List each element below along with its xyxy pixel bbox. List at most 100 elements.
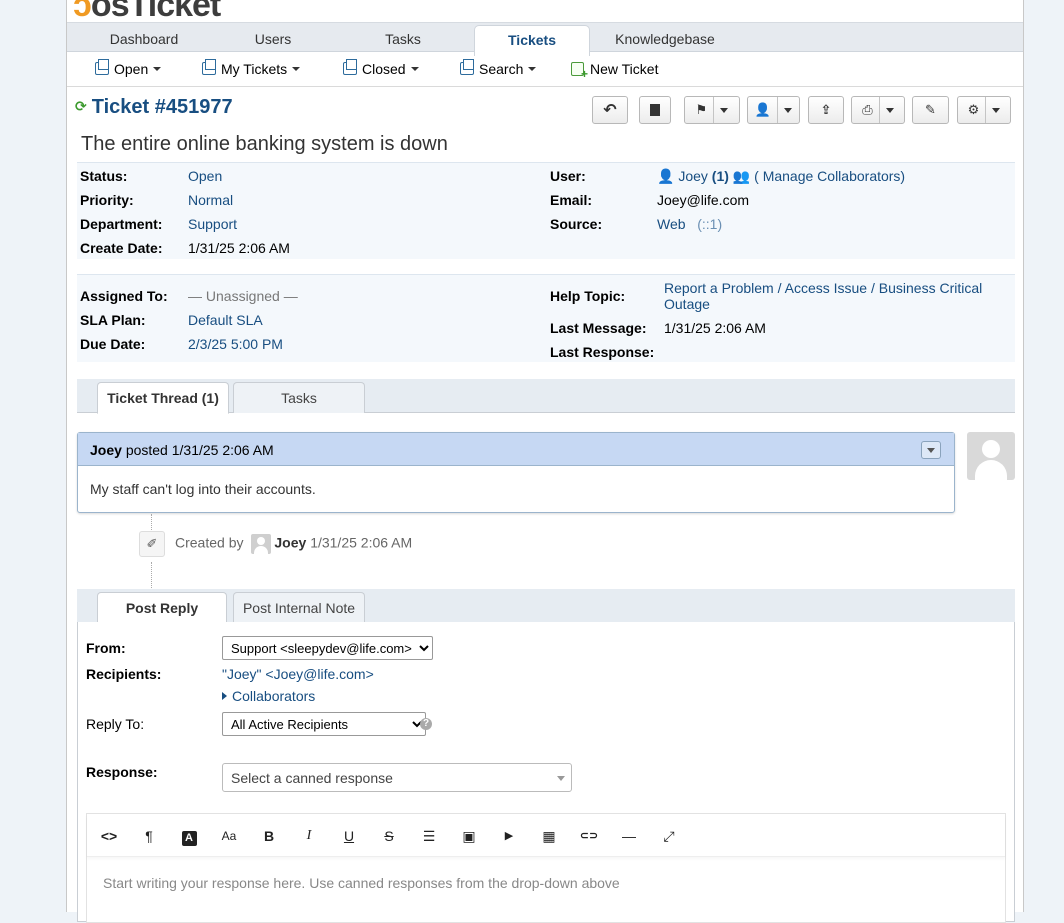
flag-menu-button[interactable]: ⚑ [684, 96, 740, 124]
tab-knowledgebase[interactable]: Knowledgebase [607, 23, 723, 53]
subnav-my-tickets[interactable]: My Tickets [202, 59, 301, 77]
response-editor[interactable]: <> ¶ A Aa B I U S ☰ ▣ ▶ ▦ ⊂⊃ — ⤢ Start w… [86, 813, 1006, 923]
email-label: Email: [550, 192, 593, 208]
thread-entry-header: Joey posted 1/31/25 2:06 AM [78, 433, 954, 466]
caret-down-icon [927, 447, 935, 453]
font-color-glyph: A [181, 831, 197, 846]
source-value[interactable]: Web [657, 216, 686, 232]
ticket-subject: The entire online banking system is down [81, 133, 448, 155]
manage-collaborators-link[interactable]: ( Manage Collaborators) [754, 168, 905, 184]
main-nav: Dashboard Users Tasks Tickets Knowledgeb… [67, 22, 1023, 56]
help-icon[interactable]: ? [420, 718, 432, 730]
status-label: Status: [80, 168, 128, 184]
create-date-value: 1/31/25 2:06 AM [188, 240, 290, 256]
response-label: Response: [86, 764, 158, 780]
reply-button[interactable]: ↶ [592, 96, 628, 124]
tab-users[interactable]: Users [217, 23, 329, 53]
video-icon[interactable]: ▶ [497, 826, 521, 846]
new-ticket-icon [571, 62, 588, 81]
edit-icon: ✎ [925, 102, 936, 117]
subnav-open[interactable]: Open [95, 59, 162, 77]
email-value: Joey@life.com [657, 192, 750, 208]
entry-options-button[interactable] [921, 441, 941, 459]
fullscreen-icon[interactable]: ⤢ [657, 826, 681, 846]
caret-down-icon [528, 67, 537, 71]
editor-placeholder: Start writing your response here. Use ca… [103, 875, 620, 891]
caret-down-icon [410, 67, 419, 71]
subnav-new-ticket[interactable]: New Ticket [571, 61, 659, 81]
italic-icon[interactable]: I [297, 826, 321, 846]
recipients-value[interactable]: "Joey" <Joey@life.com> [222, 666, 374, 682]
tab-tasks[interactable]: Tasks [233, 382, 365, 413]
bold-icon[interactable]: B [257, 826, 281, 846]
transfer-button[interactable]: ⇪ [808, 96, 844, 124]
last-response-label: Last Response: [550, 344, 655, 360]
ticket-info-panel: Status: Open Priority: Normal Department… [77, 162, 1015, 259]
department-label: Department: [80, 216, 163, 232]
recipients-label: Recipients: [86, 666, 162, 682]
from-select[interactable]: Support <sleepydev@life.com> [222, 636, 433, 660]
avatar [251, 534, 272, 554]
tickets-icon [460, 59, 474, 75]
reply-to-label: Reply To: [86, 716, 145, 732]
horizontal-rule-icon[interactable]: — [617, 826, 641, 846]
create-date-label: Create Date: [80, 240, 163, 256]
priority-value[interactable]: Normal [188, 192, 233, 208]
priority-label: Priority: [80, 192, 134, 208]
tab-dashboard[interactable]: Dashboard [89, 23, 199, 53]
link-icon[interactable]: ⊂⊃ [577, 826, 601, 846]
underline-icon[interactable]: U [337, 826, 361, 846]
table-icon[interactable]: ▦ [537, 826, 561, 846]
collaborators-toggle[interactable]: Collaborators [222, 688, 315, 704]
subnav-new-ticket-label: New Ticket [590, 61, 659, 77]
subnav-closed[interactable]: Closed [343, 59, 419, 77]
page-container: ↄosTicket Dashboard Users Tasks Tickets … [66, 0, 1024, 923]
status-value[interactable]: Open [188, 168, 222, 184]
caret-down-icon [292, 67, 301, 71]
print-icon: ⎙ [862, 102, 873, 117]
image-icon[interactable]: ▣ [457, 826, 481, 846]
edit-button[interactable]: ✎ [912, 96, 949, 124]
strikethrough-icon[interactable]: S [377, 826, 401, 846]
ticket-number: Ticket #451977 [91, 96, 233, 118]
sub-nav: Open My Tickets Closed Search New Ticket [67, 52, 1023, 87]
paragraph-icon[interactable]: ¶ [137, 826, 161, 846]
sla-label: SLA Plan: [80, 312, 146, 328]
assign-menu-button[interactable]: 👤 [747, 96, 800, 124]
ticket-assignment-panel: Assigned To: — Unassigned — SLA Plan: De… [77, 274, 1015, 362]
tab-ticket-thread[interactable]: Ticket Thread (1) [97, 382, 229, 414]
department-value[interactable]: Support [188, 216, 237, 232]
help-topic-value[interactable]: Report a Problem / Access Issue / Busine… [664, 280, 982, 312]
caret-down-icon [153, 67, 162, 71]
subnav-search[interactable]: Search [460, 59, 537, 77]
thread-entry: Joey posted 1/31/25 2:06 AM My staff can… [77, 432, 955, 513]
note-button[interactable] [639, 96, 671, 124]
caret-down-icon [557, 776, 565, 781]
magic-wand-icon: ✐ [139, 531, 165, 557]
tab-tasks[interactable]: Tasks [347, 23, 459, 53]
user-ticket-count[interactable]: (1) [712, 168, 729, 184]
tab-post-reply[interactable]: Post Reply [97, 592, 227, 624]
more-menu-button[interactable]: ⚙ [957, 96, 1011, 124]
subnav-search-label: Search [479, 61, 524, 77]
caret-down-icon [784, 107, 793, 113]
assigned-value[interactable]: — Unassigned — [188, 288, 298, 304]
user-name-link[interactable]: Joey [678, 168, 708, 184]
font-color-icon[interactable]: A [177, 826, 201, 846]
tab-post-internal-note[interactable]: Post Internal Note [233, 592, 365, 623]
html-icon[interactable]: <> [97, 826, 121, 846]
sla-value[interactable]: Default SLA [188, 312, 263, 328]
print-menu-button[interactable]: ⎙ [851, 96, 905, 124]
list-icon[interactable]: ☰ [417, 826, 441, 846]
logo-mark: ↄ [73, 0, 92, 24]
canned-response-select[interactable]: Select a canned response [222, 763, 572, 792]
ticket-title[interactable]: ⟳ Ticket #451977 [75, 96, 233, 119]
refresh-icon[interactable]: ⟳ [75, 98, 87, 114]
event-time: 1/31/25 2:06 AM [310, 534, 413, 551]
caret-down-icon [720, 107, 729, 113]
entry-posted: posted 1/31/25 2:06 AM [125, 442, 274, 458]
source-ip: (::1) [697, 216, 723, 232]
font-size-icon[interactable]: Aa [217, 826, 241, 846]
reply-to-select[interactable]: All Active Recipients [222, 712, 426, 736]
due-date-value[interactable]: 2/3/25 5:00 PM [188, 336, 283, 352]
